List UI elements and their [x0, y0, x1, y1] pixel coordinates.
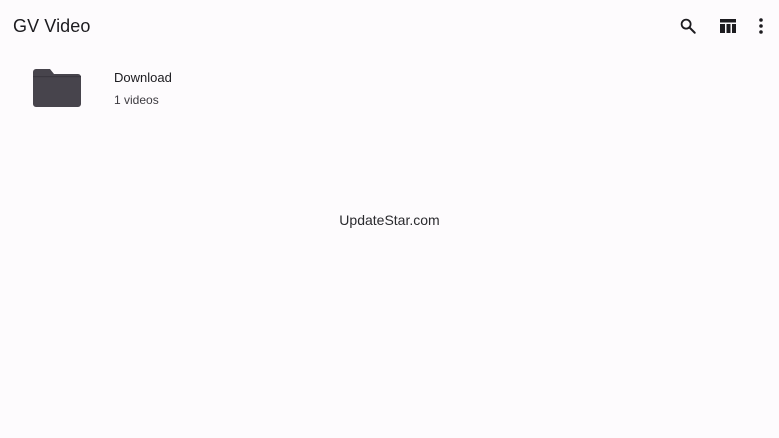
layout-toggle-button[interactable]: [716, 14, 740, 38]
layout-icon: [720, 19, 736, 33]
app-title: GV Video: [13, 16, 91, 36]
app-window: GV Video Download 1 videos UpdateStar.co…: [0, 0, 779, 438]
search-icon: [680, 18, 696, 34]
folder-video-count: 1 videos: [114, 93, 159, 107]
watermark-text: UpdateStar.com: [339, 212, 440, 228]
top-app-bar: GV Video: [0, 0, 779, 54]
folder-item-download[interactable]: Download 1 videos: [0, 58, 779, 118]
search-button[interactable]: [676, 14, 700, 38]
more-options-button[interactable]: [749, 14, 773, 38]
more-vert-icon: [759, 18, 763, 34]
folder-name: Download: [114, 70, 172, 85]
folder-icon: [33, 69, 81, 107]
